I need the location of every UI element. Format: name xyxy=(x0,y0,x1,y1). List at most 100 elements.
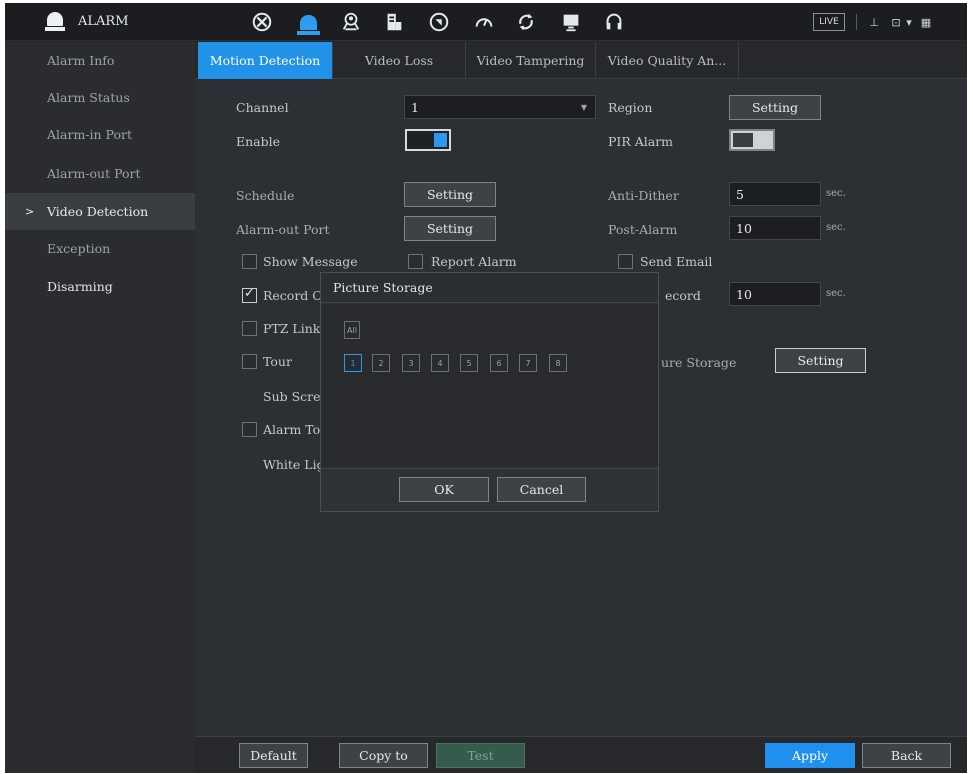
live-button[interactable]: LIVE xyxy=(813,13,845,31)
picture-storage-dialog: Picture Storage All 1 2 3 4 5 6 7 8 OK C… xyxy=(320,272,659,512)
logout-icon[interactable]: ⊡ xyxy=(889,14,903,30)
check-icon: ✓ xyxy=(244,286,255,301)
camera-icon[interactable] xyxy=(249,9,275,35)
test-button[interactable]: Test xyxy=(436,743,525,768)
alarm-app-icon xyxy=(45,12,65,31)
channel-box-1[interactable]: 1 xyxy=(344,354,362,372)
record-delay-unit: sec. xyxy=(826,288,846,299)
tab-video-tampering[interactable]: Video Tampering xyxy=(466,42,596,79)
sidebar-item-alarm-info[interactable]: Alarm Info xyxy=(5,42,195,79)
sidebar-item-label: Alarm Info xyxy=(47,53,115,68)
channel-select-value: 1 xyxy=(411,99,419,115)
grid-icon[interactable]: ▦ xyxy=(919,14,933,30)
report-alarm-checkbox[interactable] xyxy=(408,254,423,269)
sidebar-item-label: Alarm Status xyxy=(47,90,130,105)
anti-dither-input[interactable]: 5 xyxy=(729,182,821,206)
dialog-ok-button[interactable]: OK xyxy=(399,477,489,502)
back-button[interactable]: Back xyxy=(862,743,951,768)
copy-to-button[interactable]: Copy to xyxy=(339,743,428,768)
network-icon[interactable] xyxy=(426,9,452,35)
schedule-label: Schedule xyxy=(236,188,295,203)
channel-box-4[interactable]: 4 xyxy=(431,354,449,372)
chevron-down-icon: ▼ xyxy=(580,103,587,112)
alarm-tone-checkbox[interactable] xyxy=(242,422,257,437)
channel-box-2[interactable]: 2 xyxy=(372,354,390,372)
tab-video-loss[interactable]: Video Loss xyxy=(333,42,466,79)
region-setting-button[interactable]: Setting xyxy=(729,95,821,120)
sub-screen-label: Sub Scre xyxy=(263,389,321,404)
pir-alarm-toggle[interactable] xyxy=(729,129,775,151)
record-channel-label: Record C xyxy=(263,288,322,303)
apply-button[interactable]: Apply xyxy=(765,743,855,768)
channel-box-7[interactable]: 7 xyxy=(519,354,537,372)
send-email-checkbox[interactable] xyxy=(618,254,633,269)
app-title: ALARM xyxy=(78,14,129,29)
bottom-bar: Default Copy to Test Apply Back xyxy=(195,736,967,773)
anti-dither-label: Anti-Dither xyxy=(608,188,679,203)
app-window: ALARM LIVE ⊥ ⊡ ▾ ▦ Alarm Info Alarm Stat… xyxy=(5,3,967,773)
record-channel-checkbox[interactable]: ✓ xyxy=(242,286,257,303)
enable-label: Enable xyxy=(236,134,281,149)
channel-label: Channel xyxy=(236,100,289,115)
sidebar-item-label: Alarm-in Port xyxy=(47,127,132,142)
record-delay-input[interactable]: 10 xyxy=(729,282,821,306)
tour-checkbox[interactable] xyxy=(242,354,257,369)
sidebar-item-disarming[interactable]: Disarming xyxy=(5,268,195,305)
post-alarm-input[interactable]: 10 xyxy=(729,216,821,240)
channel-select[interactable]: 1 ▼ xyxy=(404,95,596,119)
storage-icon[interactable] xyxy=(381,9,407,35)
alarm-out-setting-button[interactable]: Setting xyxy=(404,216,496,241)
post-alarm-label: Post-Alarm xyxy=(608,222,678,237)
refresh-icon[interactable] xyxy=(513,9,539,35)
show-message-label: Show Message xyxy=(263,254,358,269)
sidebar: Alarm Info Alarm Status Alarm-in Port Al… xyxy=(5,42,195,773)
sidebar-item-label: Video Detection xyxy=(47,204,149,219)
sidebar-item-video-detection[interactable]: > Video Detection xyxy=(5,193,195,230)
dialog-title: Picture Storage xyxy=(321,273,658,303)
picture-storage-setting-button[interactable]: Setting xyxy=(775,348,866,373)
dialog-cancel-button[interactable]: Cancel xyxy=(497,477,586,502)
monitor-icon[interactable] xyxy=(558,9,584,35)
headset-icon[interactable] xyxy=(601,9,627,35)
dialog-body: All 1 2 3 4 5 6 7 8 xyxy=(321,304,658,467)
channel-box-8[interactable]: 8 xyxy=(549,354,567,372)
picture-storage-label: ure Storage xyxy=(661,355,737,370)
channel-box-6[interactable]: 6 xyxy=(490,354,508,372)
sidebar-item-label: Alarm-out Port xyxy=(47,166,141,181)
channel-box-3[interactable]: 3 xyxy=(402,354,420,372)
send-email-label: Send Email xyxy=(640,254,713,269)
tab-motion-detection[interactable]: Motion Detection xyxy=(198,42,333,79)
default-button[interactable]: Default xyxy=(239,743,308,768)
search-person-icon[interactable] xyxy=(338,9,364,35)
sidebar-item-label: Disarming xyxy=(47,279,113,294)
gauge-icon[interactable] xyxy=(471,9,497,35)
sidebar-item-alarm-out-port[interactable]: Alarm-out Port xyxy=(5,155,195,192)
top-bar: ALARM LIVE ⊥ ⊡ ▾ ▦ xyxy=(5,3,967,41)
sidebar-item-exception[interactable]: Exception xyxy=(5,230,195,267)
pir-alarm-label: PIR Alarm xyxy=(608,134,674,149)
sidebar-item-alarm-status[interactable]: Alarm Status xyxy=(5,79,195,116)
tab-video-quality[interactable]: Video Quality An... xyxy=(596,42,739,79)
show-message-checkbox[interactable] xyxy=(242,254,257,269)
schedule-setting-button[interactable]: Setting xyxy=(404,182,496,207)
enable-toggle[interactable] xyxy=(405,129,451,151)
all-channels-box[interactable]: All xyxy=(344,321,360,339)
sidebar-item-label: Exception xyxy=(47,241,111,256)
ptz-link-checkbox[interactable] xyxy=(242,321,257,336)
white-light-label: White Lig xyxy=(263,457,325,472)
user-icon[interactable]: ⊥ xyxy=(867,14,881,30)
sidebar-item-alarm-in-port[interactable]: Alarm-in Port xyxy=(5,116,195,153)
anti-dither-unit: sec. xyxy=(826,188,846,199)
alarm-tone-label: Alarm To xyxy=(263,422,321,437)
tour-label: Tour xyxy=(263,354,292,369)
menu-dropdown-icon[interactable]: ▾ xyxy=(902,14,916,30)
tab-bar: Motion Detection Video Loss Video Tamper… xyxy=(195,42,967,79)
chevron-right-icon: > xyxy=(25,205,35,218)
channel-box-5[interactable]: 5 xyxy=(460,354,478,372)
region-label: Region xyxy=(608,100,653,115)
report-alarm-label: Report Alarm xyxy=(431,254,517,269)
alarm-icon[interactable] xyxy=(295,9,321,35)
dialog-footer: OK Cancel xyxy=(321,468,658,511)
record-delay-label: ecord xyxy=(665,288,701,303)
post-alarm-unit: sec. xyxy=(826,222,846,233)
